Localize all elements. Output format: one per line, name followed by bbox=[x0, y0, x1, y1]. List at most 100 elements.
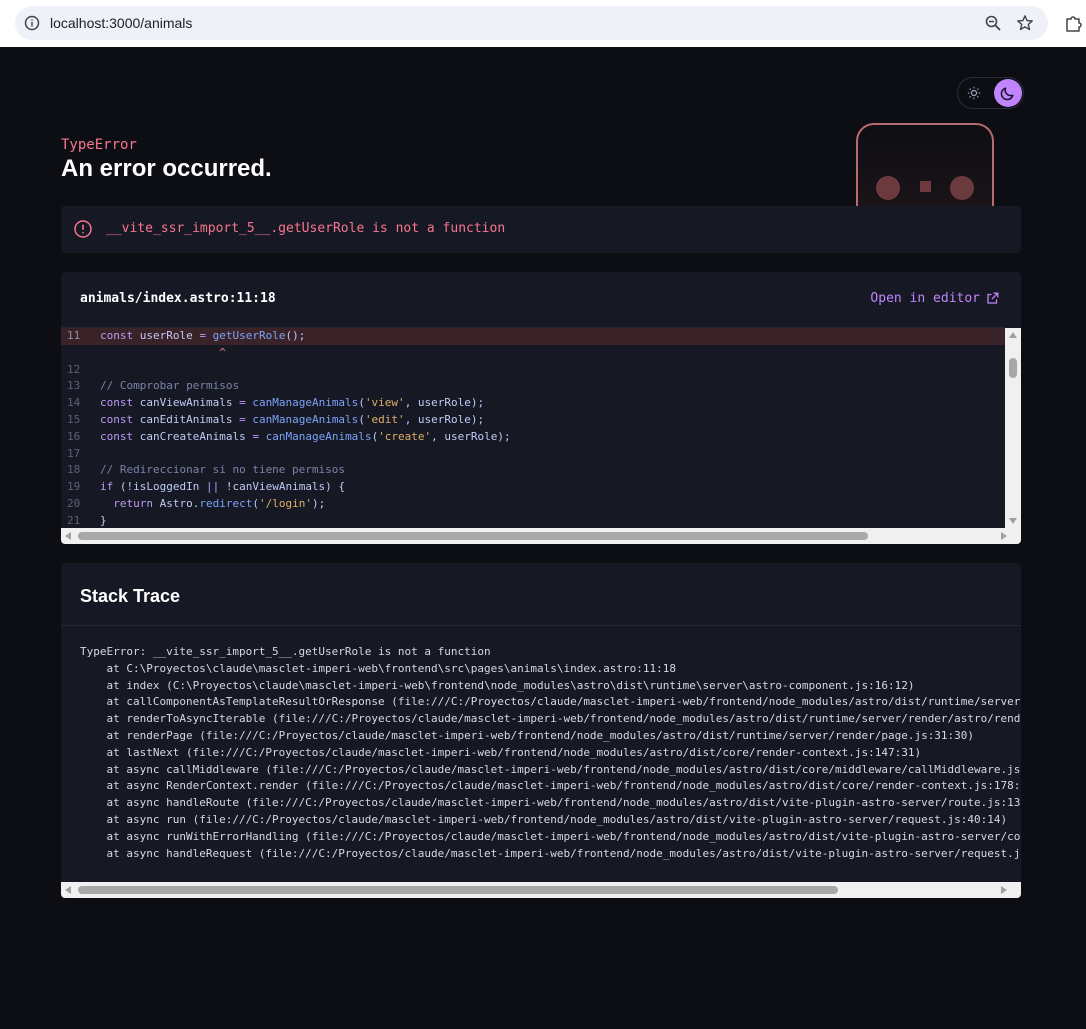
code-token: userRole bbox=[139, 329, 200, 342]
browser-toolbar: localhost:3000/animals bbox=[0, 0, 1086, 47]
code-token: // Redireccionar si no tiene permisos bbox=[100, 463, 346, 477]
stack-line: at C:\Proyectos\claude\masclet-imperi-we… bbox=[80, 661, 677, 675]
code-token: canManageAnimals bbox=[252, 396, 359, 410]
code-token: const bbox=[100, 396, 140, 410]
external-link-icon[interactable] bbox=[986, 292, 999, 305]
scroll-right-arrow[interactable] bbox=[1001, 532, 1007, 540]
line-number: 17 bbox=[67, 446, 81, 460]
code-token: canManageAnimals bbox=[265, 429, 372, 443]
code-token: || bbox=[205, 480, 226, 494]
code-vertical-scrollbar[interactable] bbox=[1005, 328, 1021, 528]
line-number: 14 bbox=[67, 396, 81, 410]
code-token: , userRole); bbox=[431, 429, 511, 443]
code-token: (!isLoggedIn bbox=[119, 480, 206, 494]
code-token: ( bbox=[358, 396, 365, 410]
code-token: , userRole); bbox=[404, 396, 485, 410]
zoom-out-icon[interactable] bbox=[984, 14, 1002, 32]
star-icon[interactable] bbox=[1016, 14, 1034, 32]
code-line: 14 const canViewAnimals = canManageAnimal… bbox=[61, 395, 1005, 412]
stack-trace-panel: Stack Trace TypeError: __vite_ssr_import… bbox=[61, 563, 1021, 898]
line-number: 18 bbox=[67, 463, 81, 477]
code-line: 17 bbox=[61, 446, 1005, 463]
scroll-up-arrow[interactable] bbox=[1009, 332, 1017, 338]
scroll-thumb[interactable] bbox=[1009, 358, 1017, 378]
line-number: 19 bbox=[67, 480, 81, 494]
line-number: 21 bbox=[67, 513, 81, 527]
open-in-editor-link[interactable]: Open in editor bbox=[870, 291, 999, 306]
url-text[interactable]: localhost:3000/animals bbox=[50, 15, 192, 31]
line-number: 12 bbox=[67, 362, 81, 376]
open-in-editor-label[interactable]: Open in editor bbox=[870, 291, 980, 306]
stack-trace-title: Stack Trace bbox=[80, 586, 181, 606]
code-file-location: animals/index.astro:11:18 bbox=[80, 291, 276, 306]
code-token: canCreateAnimals bbox=[139, 429, 253, 443]
scroll-left-arrow[interactable] bbox=[65, 532, 71, 540]
code-token: const bbox=[100, 329, 140, 342]
theme-toggle[interactable] bbox=[957, 77, 1024, 109]
code-token: return bbox=[100, 496, 160, 510]
stack-line: at lastNext (file:///C:/Proyectos/claude… bbox=[80, 745, 922, 759]
code-token: const bbox=[100, 412, 140, 426]
code-token: } bbox=[100, 513, 107, 527]
stack-line: at async handleRequest (file:///C:/Proye… bbox=[80, 846, 1020, 860]
code-line: 20 return Astro.redirect('/login'); bbox=[61, 496, 1005, 513]
code-token: ( bbox=[252, 496, 259, 510]
scroll-right-arrow[interactable] bbox=[1001, 886, 1007, 894]
error-type: TypeError bbox=[61, 137, 137, 153]
code-line: 11 const userRole = getUserRole(); bbox=[61, 328, 1005, 345]
code-token: = bbox=[199, 329, 213, 342]
code-token: '/login' bbox=[258, 496, 312, 510]
scroll-thumb[interactable] bbox=[78, 886, 838, 894]
scroll-left-arrow[interactable] bbox=[65, 886, 71, 894]
puzzle-icon[interactable] bbox=[1064, 13, 1084, 33]
info-icon[interactable] bbox=[24, 15, 40, 31]
divider bbox=[61, 625, 1021, 626]
code-line: 16 const canCreateAnimals = canManageAnim… bbox=[61, 429, 1005, 446]
dark-mode-button[interactable] bbox=[994, 79, 1022, 107]
code-token: Astro. bbox=[159, 496, 200, 510]
stack-line: at async run (file:///C:/Proyectos/claud… bbox=[80, 812, 1008, 826]
code-horizontal-scrollbar[interactable] bbox=[61, 528, 1021, 544]
robot-eye-right bbox=[950, 176, 974, 200]
moon-icon bbox=[1000, 87, 1014, 101]
stack-line: at renderToAsyncIterable (file:///C:/Pro… bbox=[80, 712, 1020, 726]
code-line: 21} bbox=[61, 513, 1005, 529]
page-title: An error occurred. bbox=[61, 155, 272, 182]
stack-line: at index (C:\Proyectos\claude\masclet-im… bbox=[80, 678, 915, 692]
code-line: ^ bbox=[61, 345, 1005, 362]
stack-line: at async RenderContext.render (file:///C… bbox=[80, 779, 1020, 793]
scroll-thumb[interactable] bbox=[78, 532, 868, 540]
code-token: getUserRole bbox=[212, 329, 286, 342]
code-token: // Comprobar permisos bbox=[100, 379, 240, 393]
stack-horizontal-scrollbar[interactable] bbox=[61, 882, 1021, 898]
code-line: 12 bbox=[61, 362, 1005, 379]
stack-trace-text[interactable]: TypeError: __vite_ssr_import_5__.getUser… bbox=[80, 644, 1020, 862]
error-message: __vite_ssr_import_5__.getUserRole is not… bbox=[106, 221, 506, 236]
line-number: 16 bbox=[67, 429, 81, 443]
robot-eye-left bbox=[876, 176, 900, 200]
sun-icon[interactable] bbox=[967, 86, 981, 100]
code-token: = bbox=[252, 429, 266, 443]
line-number: 20 bbox=[67, 496, 81, 510]
error-robot-illustration bbox=[856, 123, 994, 207]
code-token: redirect bbox=[199, 496, 253, 510]
code-token: const bbox=[100, 429, 140, 443]
code-line: 19 if (!isLoggedIn || !canViewAnimals) { bbox=[61, 479, 1005, 496]
code-frame-panel: animals/index.astro:11:18 Open in editor… bbox=[61, 272, 1021, 544]
code-token: !canViewAnimals) { bbox=[225, 480, 346, 494]
address-bar[interactable]: localhost:3000/animals bbox=[15, 6, 1048, 40]
code-token: 'create' bbox=[378, 429, 432, 443]
robot-nose bbox=[920, 181, 931, 192]
code-line: 18 // Redireccionar si no tiene permisos bbox=[61, 462, 1005, 479]
scroll-down-arrow[interactable] bbox=[1009, 518, 1017, 524]
code-viewer[interactable]: 11 const userRole = getUserRole(); ^ 12 13/… bbox=[61, 327, 1005, 529]
line-number: 13 bbox=[67, 379, 81, 393]
stack-line: at async callMiddleware (file:///C:/Proy… bbox=[80, 762, 1020, 776]
stack-line: TypeError: __vite_ssr_import_5__.getUser… bbox=[80, 645, 491, 658]
stack-line: at callComponentAsTemplateResultOrRespon… bbox=[80, 695, 1020, 709]
code-token: ^ bbox=[100, 345, 226, 359]
error-message-box: __vite_ssr_import_5__.getUserRole is not… bbox=[61, 206, 1021, 253]
alert-circle-icon bbox=[74, 220, 92, 238]
code-token: canEditAnimals bbox=[139, 412, 240, 426]
line-number: 11 bbox=[67, 329, 81, 342]
